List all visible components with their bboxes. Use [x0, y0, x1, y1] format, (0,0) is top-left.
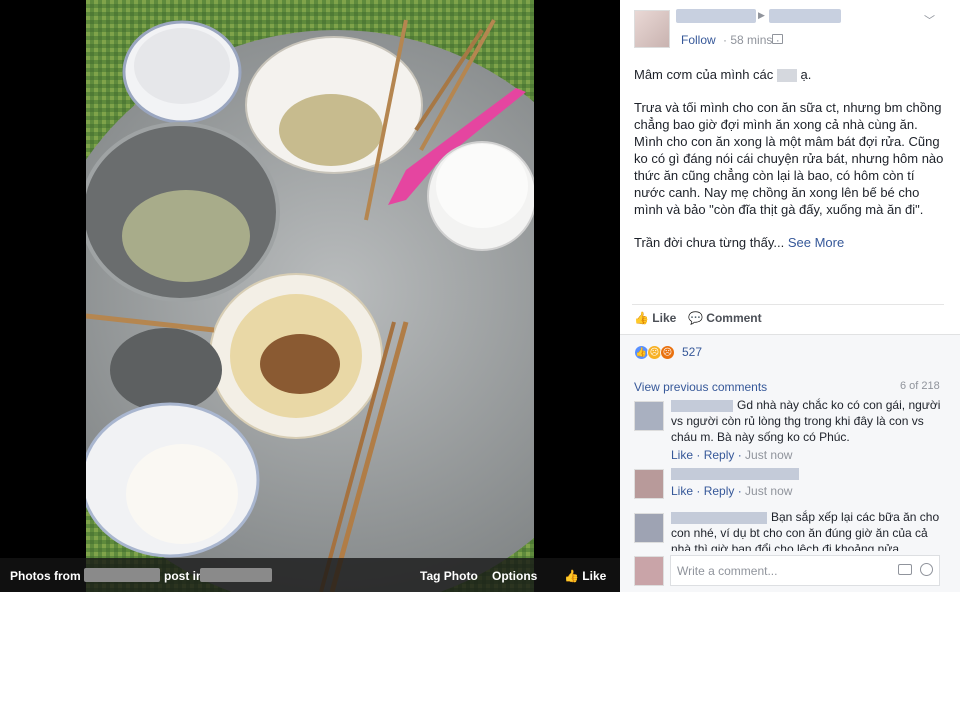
comment-time[interactable]: Just now — [745, 484, 792, 498]
angry-reaction-icon: ☹ — [660, 345, 675, 360]
meal-photo — [86, 0, 534, 592]
photo-like-label: Like — [582, 569, 607, 583]
post-line-1b: ạ. — [800, 67, 812, 82]
like-button[interactable]: 👍 Like — [634, 311, 676, 325]
comment-body: Bạn sắp xếp lại các bữa ăn cho con nhé, … — [671, 509, 949, 551]
photo-viewer: Photos from post in Tag Photo Options 👍 … — [0, 0, 620, 592]
redacted-group — [200, 568, 272, 582]
options-button[interactable]: Options — [492, 569, 537, 583]
comment-like-link[interactable]: Like — [671, 484, 693, 498]
redacted-commenter-name[interactable] — [671, 399, 733, 412]
author-avatar[interactable] — [634, 10, 670, 48]
redacted-commenter-name[interactable] — [671, 467, 799, 480]
reaction-count[interactable]: 527 — [682, 345, 702, 359]
comments-area: 👍 ☹ ☹ 527 View previous comments 6 of 21… — [620, 334, 960, 592]
camera-icon[interactable] — [898, 564, 912, 575]
caret-right-icon: ▶ — [758, 10, 765, 20]
see-more-link[interactable]: See More — [788, 235, 844, 250]
like-label: Like — [652, 311, 677, 325]
commenter-avatar[interactable] — [634, 469, 664, 499]
comment-item: Gd nhà này chắc ko có con gái, người vs … — [634, 397, 952, 462]
post-line-1a: Mâm cơm của mình các — [634, 67, 774, 82]
speech-bubble-icon: 💬 — [688, 311, 703, 325]
comment-like-link[interactable]: Like — [671, 448, 693, 462]
post-paragraph-3: Trần đời chưa từng thấy... See More — [634, 234, 946, 251]
redacted-author — [84, 568, 160, 582]
comment-reply-link[interactable]: Reply — [704, 484, 735, 498]
comment-meta: Like · Reply · Just now — [671, 448, 793, 462]
photo-like-button[interactable]: 👍 Like — [564, 569, 606, 583]
comment-meta: Like · Reply · Just now — [671, 484, 793, 498]
comment-item: Like · Reply · Just now — [634, 465, 952, 503]
current-user-avatar — [634, 556, 664, 586]
comment-label: Comment — [706, 311, 762, 325]
comment-body: Like · Reply · Just now — [671, 465, 949, 499]
comment-reply-link[interactable]: Reply — [704, 448, 735, 462]
tag-photo-button[interactable]: Tag Photo — [420, 569, 478, 583]
redacted-group-name[interactable] — [769, 9, 841, 23]
photos-from-label: Photos from — [10, 569, 81, 583]
privacy-icon — [772, 34, 783, 44]
post-line-1: Mâm cơm của mình các ạ. — [634, 66, 946, 83]
photo-bar: Photos from post in Tag Photo Options 👍 … — [0, 558, 620, 592]
comment-body: Gd nhà này chắc ko có con gái, người vs … — [671, 397, 949, 463]
comment-count: 6 of 218 — [900, 380, 940, 392]
post-in-label: post in — [164, 569, 204, 583]
redacted-author-name[interactable] — [676, 9, 756, 23]
comment-button[interactable]: 💬 Comment — [688, 311, 762, 325]
time-label: 58 mins — [730, 33, 773, 47]
post-body: Mâm cơm của mình các ạ. Trưa và tối mình… — [634, 66, 946, 267]
comment-time[interactable]: Just now — [745, 448, 792, 462]
post-sidebar: ▶ Follow · 58 mins · ﹀ Mâm cơm của mình … — [620, 0, 960, 592]
comment-item: Bạn sắp xếp lại các bữa ăn cho con nhé, … — [634, 509, 952, 551]
post-paragraph-2: Trưa và tối mình cho con ăn sữa ct, nhưn… — [634, 100, 944, 217]
redacted-word — [776, 69, 797, 83]
divider — [632, 304, 944, 305]
commenter-avatar[interactable] — [634, 401, 664, 431]
chevron-down-icon[interactable]: ﹀ — [924, 12, 935, 28]
redacted-commenter-name[interactable] — [671, 511, 767, 524]
view-previous-comments-link[interactable]: View previous comments — [634, 380, 767, 394]
follow-link[interactable]: Follow — [681, 33, 716, 47]
thumbs-up-icon: 👍 — [564, 569, 579, 583]
commenter-avatar[interactable] — [634, 513, 664, 543]
emoji-icon[interactable] — [920, 563, 933, 576]
post-trailing-text: Trần đời chưa từng thấy... — [634, 235, 785, 250]
thumbs-up-icon: 👍 — [634, 311, 649, 325]
